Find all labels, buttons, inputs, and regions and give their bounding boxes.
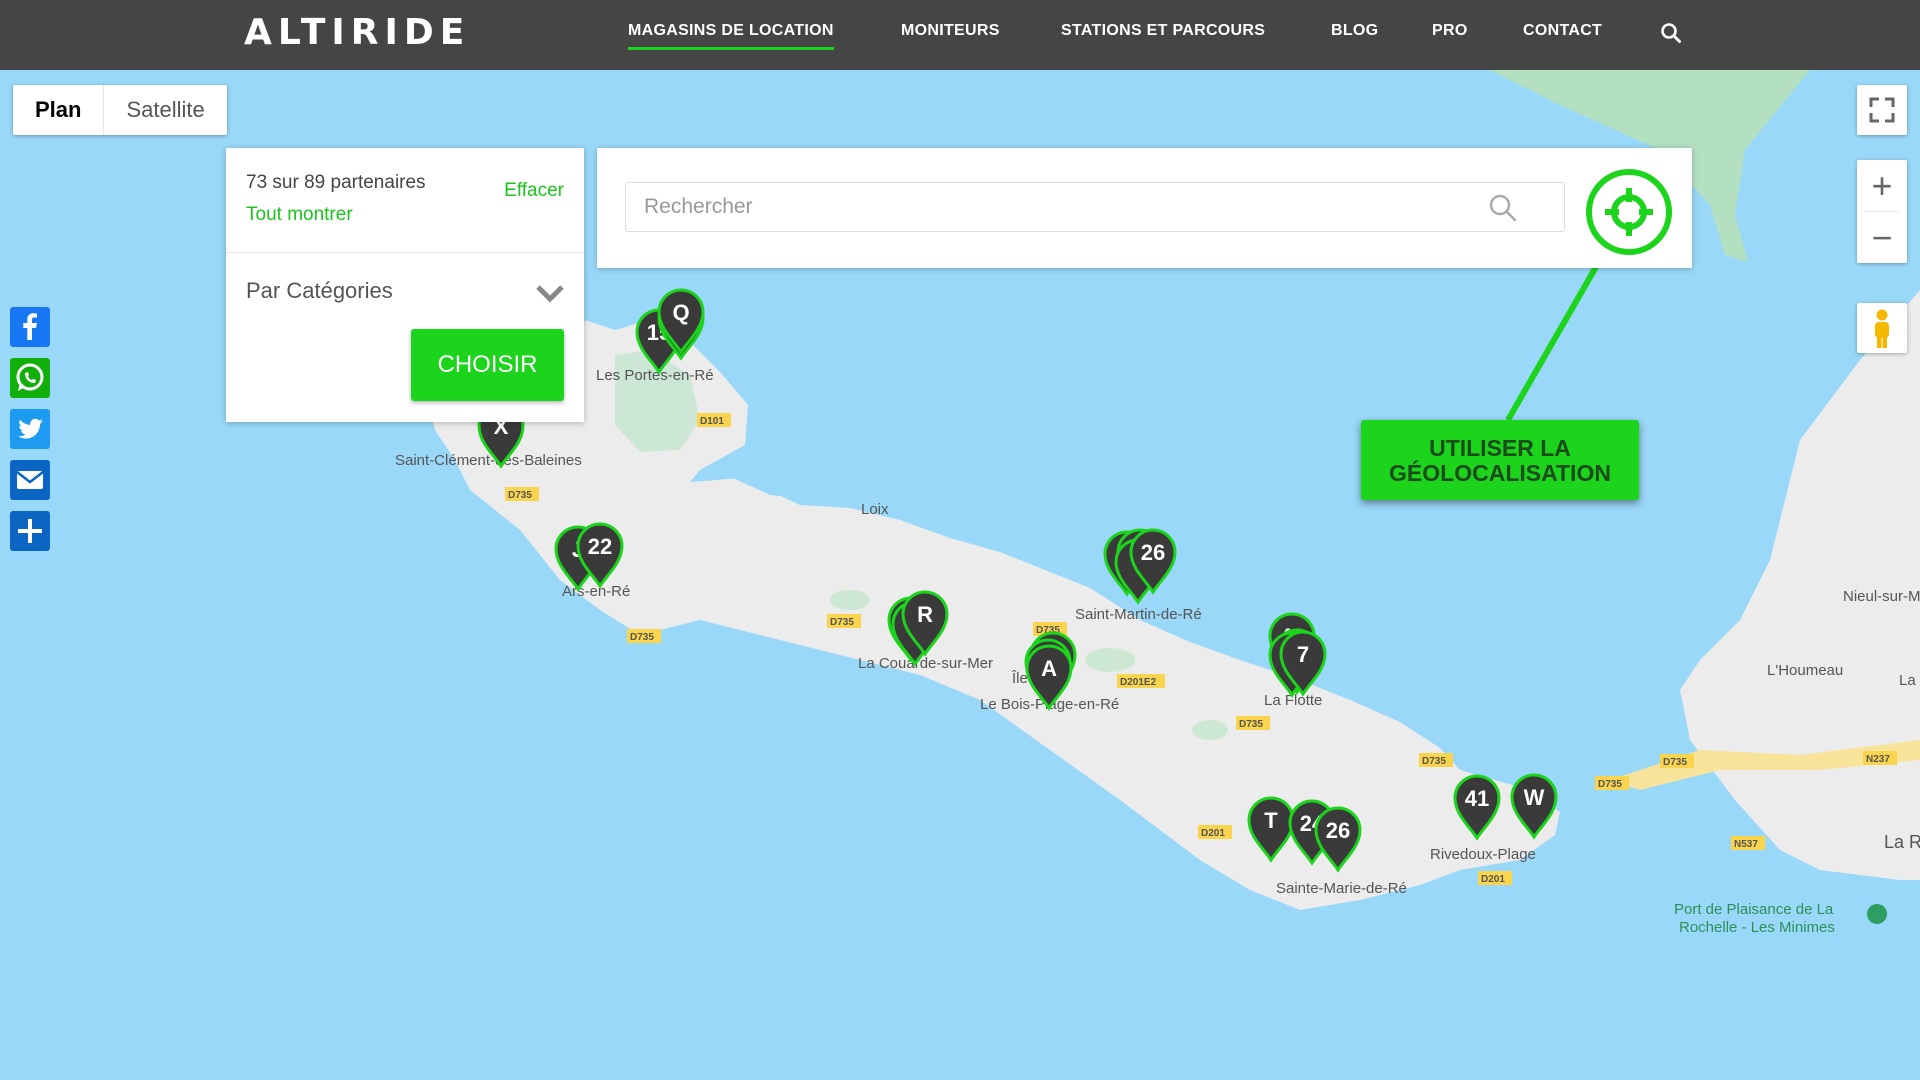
place-label: La Couarde-sur-Mer <box>858 655 993 672</box>
place-label: L'Houmeau <box>1767 662 1843 679</box>
nav-blog[interactable]: BLOG <box>1331 22 1378 40</box>
road-badge: D735 <box>1595 776 1629 790</box>
facebook-icon <box>23 313 37 340</box>
place-label: Saint-Clément-des-Baleines <box>395 452 582 469</box>
road-badge: D201E2 <box>1117 674 1165 688</box>
road-badge: D735 <box>627 629 661 643</box>
svg-text:D101: D101 <box>700 416 724 427</box>
svg-text:D735: D735 <box>630 632 654 643</box>
road-badge: N237 <box>1863 751 1897 765</box>
email-icon <box>16 471 44 489</box>
geolocation-icon[interactable] <box>1585 168 1673 256</box>
place-label: Saint-Martin-de-Ré <box>1075 606 1202 623</box>
svg-text:26: 26 <box>1141 540 1165 565</box>
nav-stations-et-parcours[interactable]: STATIONS ET PARCOURS <box>1061 22 1265 40</box>
geolocation-tooltip: UTILISER LA GÉOLOCALISATION <box>1361 420 1639 500</box>
search-input[interactable] <box>625 182 1565 232</box>
svg-text:N537: N537 <box>1734 839 1758 850</box>
search-icon[interactable] <box>1660 22 1682 44</box>
zoom-in-button[interactable]: + <box>1857 160 1907 211</box>
forest-patch <box>1085 648 1135 672</box>
place-label: La R <box>1884 832 1920 852</box>
email-share-button[interactable] <box>10 460 50 500</box>
svg-text:D201E2: D201E2 <box>1120 677 1157 688</box>
road-badge: D735 <box>505 487 539 501</box>
svg-text:D735: D735 <box>1239 719 1263 730</box>
partner-count: 73 sur 89 partenaires <box>246 172 426 193</box>
search-panel <box>597 148 1692 268</box>
road-badge: N537 <box>1731 836 1765 850</box>
svg-text:D201: D201 <box>1481 874 1505 885</box>
place-label: Rivedoux-Plage <box>1430 846 1536 863</box>
road-badge: D735 <box>1660 754 1694 768</box>
whatsapp-share-button[interactable] <box>10 358 50 398</box>
fullscreen-button[interactable] <box>1857 85 1907 135</box>
share-plus-icon <box>18 519 42 543</box>
map-type-toggle: Plan Satellite <box>13 85 227 135</box>
place-label: La <box>1899 672 1916 689</box>
svg-text:N237: N237 <box>1866 754 1890 765</box>
svg-text:41: 41 <box>1465 786 1489 811</box>
forest-patch <box>1192 720 1228 740</box>
twitter-icon <box>18 418 43 439</box>
place-label: Port de Plaisance de La <box>1674 901 1834 918</box>
zoom-out-button[interactable]: − <box>1857 212 1907 263</box>
choose-button[interactable]: CHOISIR <box>411 329 564 401</box>
road-badge: D201 <box>1198 825 1232 839</box>
place-label: Rochelle - Les Minimes <box>1679 919 1835 936</box>
map-type-plan[interactable]: Plan <box>13 85 103 135</box>
whatsapp-icon <box>16 363 44 391</box>
facebook-share-button[interactable] <box>10 307 50 347</box>
altiride-logo[interactable]: ALTIRIDE <box>244 12 470 53</box>
svg-text:Q: Q <box>672 300 689 325</box>
svg-text:22: 22 <box>588 534 612 559</box>
svg-text:R: R <box>917 602 933 627</box>
geolocation-tooltip-line: GÉOLOCALISATION <box>1389 460 1611 486</box>
forest-patch <box>830 590 870 610</box>
svg-text:W: W <box>1524 785 1545 810</box>
marina-icon <box>1867 904 1887 924</box>
nav-magasins-de-location[interactable]: MAGASINS DE LOCATION <box>628 22 834 50</box>
svg-text:26: 26 <box>1326 818 1350 843</box>
svg-text:D735: D735 <box>508 490 532 501</box>
pegman-icon <box>1875 309 1889 348</box>
road-badge: D101 <box>697 413 731 427</box>
svg-text:D735: D735 <box>1598 779 1622 790</box>
road-badge: D735 <box>1419 753 1453 767</box>
svg-text:A: A <box>1041 656 1057 681</box>
geolocation-tooltip-line: UTILISER LA <box>1429 435 1571 461</box>
category-dropdown-label[interactable]: Par Catégories <box>246 278 393 304</box>
zoom-control: + − <box>1857 160 1907 263</box>
svg-text:D201: D201 <box>1201 828 1225 839</box>
nav-contact[interactable]: CONTACT <box>1523 22 1602 40</box>
svg-text:D735: D735 <box>1663 757 1687 768</box>
nav-pro[interactable]: PRO <box>1432 22 1468 40</box>
road-badge: D201 <box>1478 871 1512 885</box>
place-label: Loix <box>861 501 889 518</box>
show-all-link[interactable]: Tout montrer <box>246 204 353 226</box>
place-label: Sainte-Marie-de-Ré <box>1276 880 1407 897</box>
svg-text:D735: D735 <box>830 617 854 628</box>
svg-text:7: 7 <box>1297 642 1309 667</box>
svg-text:T: T <box>1264 808 1278 833</box>
place-label: Ars-en-Ré <box>562 583 630 600</box>
twitter-share-button[interactable] <box>10 409 50 449</box>
road-badge: D735 <box>1236 716 1270 730</box>
search-icon[interactable] <box>1488 193 1518 223</box>
svg-text:D735: D735 <box>1422 756 1446 767</box>
street-view-button[interactable] <box>1857 303 1907 353</box>
share-button[interactable] <box>10 511 50 551</box>
clear-filter-link[interactable]: Effacer <box>504 180 564 202</box>
nav-moniteurs[interactable]: MONITEURS <box>901 22 1000 40</box>
place-label: Nieul-sur-M <box>1843 588 1920 605</box>
place-label: Île <box>1011 670 1028 687</box>
filter-panel: 73 sur 89 partenaires Effacer Tout montr… <box>226 148 584 422</box>
top-navigation-bar: ALTIRIDE MAGASINS DE LOCATION MONITEURS … <box>0 0 1920 70</box>
place-label: Les Portes-en-Ré <box>596 367 714 384</box>
map-type-satellite[interactable]: Satellite <box>103 85 226 135</box>
divider <box>226 252 584 253</box>
road-badge: D735 <box>827 614 861 628</box>
chevron-down-icon[interactable] <box>534 282 566 304</box>
fullscreen-icon <box>1869 97 1895 123</box>
